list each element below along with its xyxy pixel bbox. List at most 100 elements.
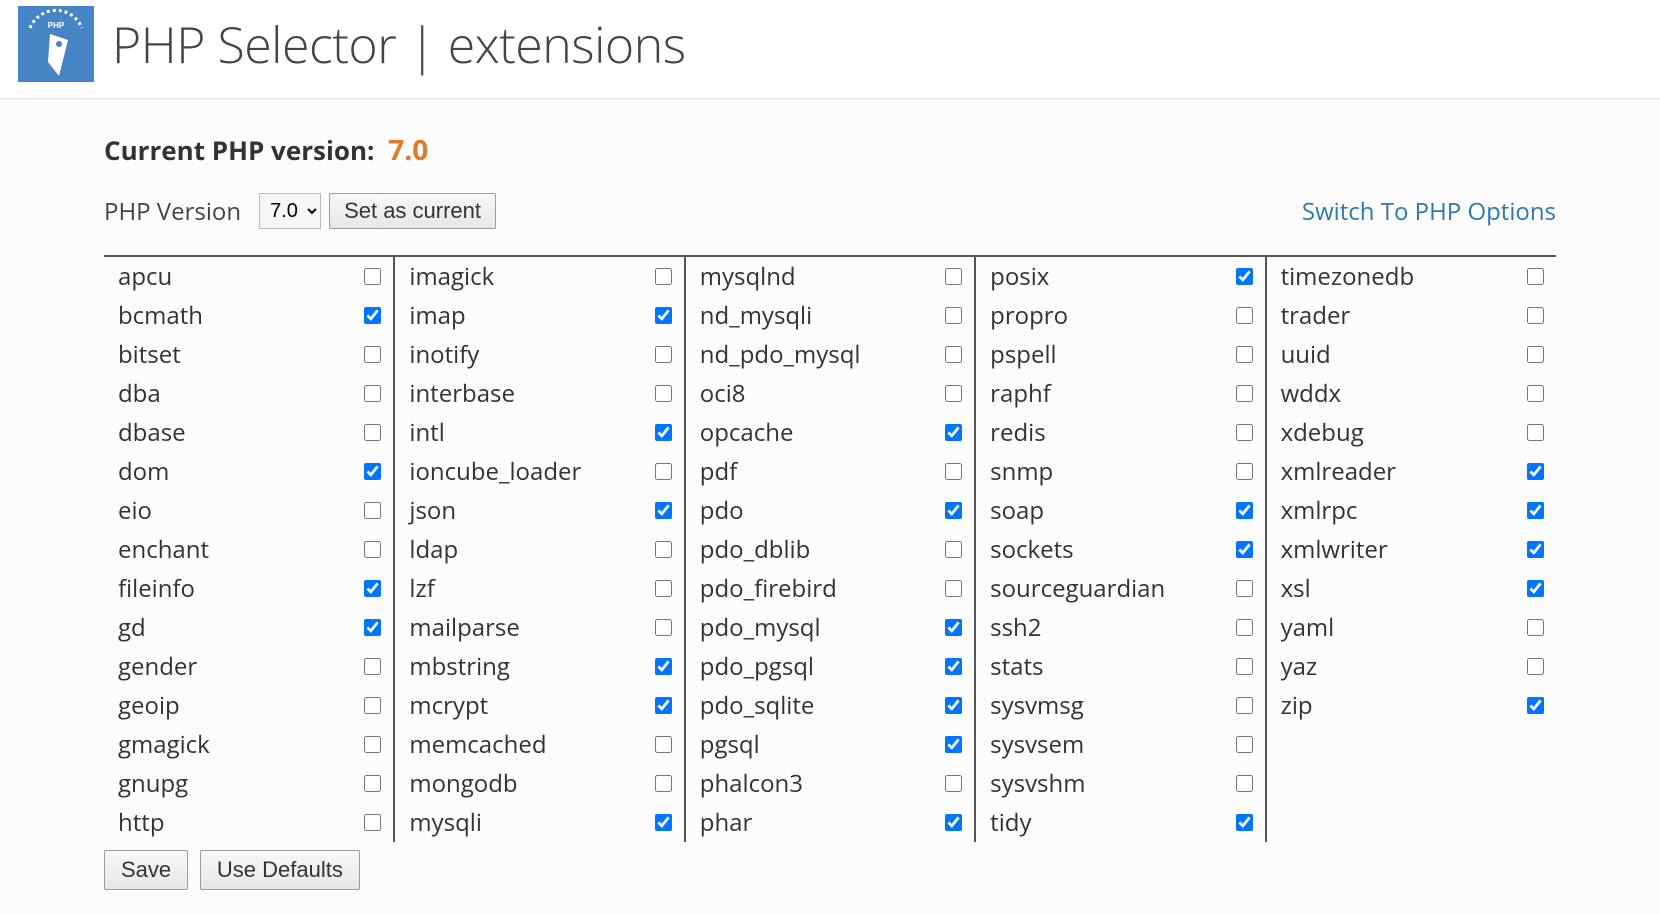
extension-item-zip: zip xyxy=(1267,686,1556,725)
extension-item-enchant: enchant xyxy=(104,530,393,569)
extension-checkbox-lzf[interactable] xyxy=(655,580,672,597)
extension-checkbox-apcu[interactable] xyxy=(364,268,381,285)
extension-label: zip xyxy=(1281,689,1313,722)
extension-checkbox-trader[interactable] xyxy=(1527,307,1544,324)
extension-checkbox-gender[interactable] xyxy=(364,658,381,675)
current-version-value: 7.0 xyxy=(388,131,428,169)
extension-checkbox-pspell[interactable] xyxy=(1236,346,1253,363)
extension-checkbox-yaz[interactable] xyxy=(1527,658,1544,675)
extension-checkbox-xmlreader[interactable] xyxy=(1527,463,1544,480)
extension-checkbox-xmlwriter[interactable] xyxy=(1527,541,1544,558)
extension-checkbox-oci8[interactable] xyxy=(945,385,962,402)
extension-checkbox-imagick[interactable] xyxy=(655,268,672,285)
extension-checkbox-xmlrpc[interactable] xyxy=(1527,502,1544,519)
extension-checkbox-mcrypt[interactable] xyxy=(655,697,672,714)
extension-checkbox-tidy[interactable] xyxy=(1236,814,1253,831)
extension-checkbox-http[interactable] xyxy=(364,814,381,831)
switch-to-php-options-link[interactable]: Switch To PHP Options xyxy=(1302,195,1556,228)
extension-checkbox-propro[interactable] xyxy=(1236,307,1253,324)
extension-checkbox-pdo_firebird[interactable] xyxy=(945,580,962,597)
extension-checkbox-geoip[interactable] xyxy=(364,697,381,714)
extension-checkbox-sourceguardian[interactable] xyxy=(1236,580,1253,597)
extension-label: xmlreader xyxy=(1281,455,1396,488)
extension-item-propro: propro xyxy=(976,296,1264,335)
extension-checkbox-pdo_pgsql[interactable] xyxy=(945,658,962,675)
extension-checkbox-xdebug[interactable] xyxy=(1527,424,1544,441)
extension-checkbox-ioncube_loader[interactable] xyxy=(655,463,672,480)
set-as-current-button[interactable]: Set as current xyxy=(329,193,496,229)
extension-checkbox-gnupg[interactable] xyxy=(364,775,381,792)
extension-checkbox-mailparse[interactable] xyxy=(655,619,672,636)
extension-checkbox-eio[interactable] xyxy=(364,502,381,519)
extension-checkbox-uuid[interactable] xyxy=(1527,346,1544,363)
extension-checkbox-wddx[interactable] xyxy=(1527,385,1544,402)
extension-checkbox-mysqli[interactable] xyxy=(655,814,672,831)
extension-label: nd_pdo_mysql xyxy=(700,338,861,371)
extension-checkbox-zip[interactable] xyxy=(1527,697,1544,714)
extension-checkbox-pdo_sqlite[interactable] xyxy=(945,697,962,714)
extension-checkbox-dbase[interactable] xyxy=(364,424,381,441)
extension-checkbox-fileinfo[interactable] xyxy=(364,580,381,597)
extension-checkbox-mbstring[interactable] xyxy=(655,658,672,675)
php-version-select[interactable]: 7.0 xyxy=(259,193,321,229)
extension-label: gnupg xyxy=(118,767,188,800)
extension-checkbox-yaml[interactable] xyxy=(1527,619,1544,636)
extension-label: fileinfo xyxy=(118,572,195,605)
extension-checkbox-inotify[interactable] xyxy=(655,346,672,363)
extension-label: gd xyxy=(118,611,146,644)
extension-checkbox-imap[interactable] xyxy=(655,307,672,324)
extension-checkbox-bitset[interactable] xyxy=(364,346,381,363)
extension-checkbox-phar[interactable] xyxy=(945,814,962,831)
extension-label: xmlwriter xyxy=(1281,533,1388,566)
extension-checkbox-snmp[interactable] xyxy=(1236,463,1253,480)
extension-label: intl xyxy=(409,416,444,449)
extension-label: posix xyxy=(990,260,1049,293)
extension-checkbox-pdf[interactable] xyxy=(945,463,962,480)
extension-item-nd_pdo_mysql: nd_pdo_mysql xyxy=(686,335,974,374)
extension-checkbox-sysvshm[interactable] xyxy=(1236,775,1253,792)
extension-checkbox-xsl[interactable] xyxy=(1527,580,1544,597)
extension-checkbox-opcache[interactable] xyxy=(945,424,962,441)
extension-label: bcmath xyxy=(118,299,203,332)
extension-checkbox-sysvmsg[interactable] xyxy=(1236,697,1253,714)
extension-item-timezonedb: timezonedb xyxy=(1267,257,1556,296)
extension-label: ioncube_loader xyxy=(409,455,581,488)
extension-checkbox-bcmath[interactable] xyxy=(364,307,381,324)
extension-checkbox-dba[interactable] xyxy=(364,385,381,402)
extension-checkbox-gd[interactable] xyxy=(364,619,381,636)
extension-checkbox-raphf[interactable] xyxy=(1236,385,1253,402)
extension-checkbox-dom[interactable] xyxy=(364,463,381,480)
extension-checkbox-intl[interactable] xyxy=(655,424,672,441)
extension-checkbox-timezonedb[interactable] xyxy=(1527,268,1544,285)
extension-checkbox-redis[interactable] xyxy=(1236,424,1253,441)
extension-checkbox-pdo_dblib[interactable] xyxy=(945,541,962,558)
extension-label: raphf xyxy=(990,377,1051,410)
extension-checkbox-pdo_mysql[interactable] xyxy=(945,619,962,636)
extension-checkbox-mongodb[interactable] xyxy=(655,775,672,792)
extension-checkbox-memcached[interactable] xyxy=(655,736,672,753)
save-button[interactable]: Save xyxy=(104,850,188,890)
use-defaults-button[interactable]: Use Defaults xyxy=(200,850,360,890)
extension-label: eio xyxy=(118,494,152,527)
extension-checkbox-enchant[interactable] xyxy=(364,541,381,558)
extension-checkbox-stats[interactable] xyxy=(1236,658,1253,675)
extension-checkbox-phalcon3[interactable] xyxy=(945,775,962,792)
extension-item-geoip: geoip xyxy=(104,686,393,725)
extension-checkbox-pgsql[interactable] xyxy=(945,736,962,753)
extension-checkbox-gmagick[interactable] xyxy=(364,736,381,753)
extension-checkbox-interbase[interactable] xyxy=(655,385,672,402)
extension-checkbox-mysqlnd[interactable] xyxy=(945,268,962,285)
extension-checkbox-json[interactable] xyxy=(655,502,672,519)
extension-checkbox-sockets[interactable] xyxy=(1236,541,1253,558)
extension-checkbox-ssh2[interactable] xyxy=(1236,619,1253,636)
extension-checkbox-nd_pdo_mysql[interactable] xyxy=(945,346,962,363)
extension-item-pdo_pgsql: pdo_pgsql xyxy=(686,647,974,686)
extension-checkbox-soap[interactable] xyxy=(1236,502,1253,519)
extension-checkbox-sysvsem[interactable] xyxy=(1236,736,1253,753)
extension-item-xmlwriter: xmlwriter xyxy=(1267,530,1556,569)
extension-checkbox-ldap[interactable] xyxy=(655,541,672,558)
extension-checkbox-pdo[interactable] xyxy=(945,502,962,519)
extension-item-xdebug: xdebug xyxy=(1267,413,1556,452)
extension-checkbox-posix[interactable] xyxy=(1236,268,1253,285)
extension-checkbox-nd_mysqli[interactable] xyxy=(945,307,962,324)
